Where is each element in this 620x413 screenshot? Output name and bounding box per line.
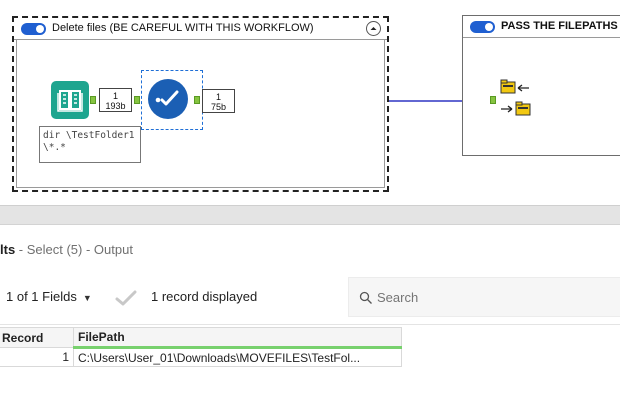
move-files-icon[interactable] [495, 78, 543, 120]
input-anchor[interactable] [134, 96, 140, 104]
fields-dropdown-label: 1 of 1 Fields [6, 289, 77, 304]
container-header[interactable]: Delete files (BE CAREFUL WITH THIS WORKF… [14, 18, 387, 40]
checkmark-icon[interactable] [115, 290, 137, 306]
tool-annotation: dir \TestFolder1 \*.* [39, 126, 141, 163]
results-toolbar: 1 of 1 Fields ▼ 1 record displayed [0, 273, 620, 325]
search-icon [359, 291, 372, 304]
container-toggle[interactable] [470, 21, 495, 33]
column-header-filepath[interactable]: FilePath [73, 327, 402, 349]
output-anchor[interactable] [90, 96, 96, 104]
fields-dropdown[interactable]: 1 of 1 Fields ▼ [6, 289, 92, 304]
table-header-row: Record FilePath [0, 327, 402, 349]
workflow-canvas[interactable]: Delete files (BE CAREFUL WITH THIS WORKF… [0, 0, 620, 205]
container-title: PASS THE FILEPATHS TO BE DELETED [501, 20, 620, 32]
annotation-line: dir \TestFolder1 [43, 130, 135, 141]
container-header[interactable]: PASS THE FILEPATHS TO BE DELETED [463, 16, 620, 38]
record-count-value: 1 [215, 92, 221, 102]
container-toggle[interactable] [21, 23, 46, 35]
size-value: 75b [210, 102, 227, 112]
container-title: Delete files (BE CAREFUL WITH THIS WORKF… [52, 22, 314, 34]
book-icon[interactable] [51, 81, 89, 119]
record-count-box: 1 75b [202, 89, 235, 113]
search-box[interactable] [348, 277, 620, 317]
cell-record[interactable]: 1 [0, 347, 74, 367]
record-count-label: 1 record displayed [151, 289, 258, 304]
results-table: Record FilePath 1 C:\Users\User_01\Downl… [0, 327, 402, 367]
column-header-record[interactable]: Record [0, 327, 74, 348]
panel-splitter[interactable] [0, 205, 620, 225]
chevron-down-icon: ▼ [82, 293, 92, 303]
results-title-source: - Select (5) - Output [15, 242, 133, 257]
size-value: 193b [105, 101, 126, 111]
record-count-value: 1 [112, 91, 118, 101]
annotation-line: \*.* [43, 142, 66, 153]
search-input[interactable] [377, 290, 577, 305]
cell-filepath[interactable]: C:\Users\User_01\Downloads\MOVEFILES\Tes… [73, 347, 402, 367]
results-panel: lts - Select (5) - Output 1 of 1 Fields ▼… [0, 225, 620, 413]
output-anchor[interactable] [194, 96, 200, 104]
results-title-label: lts [0, 242, 16, 257]
chevron-up-icon[interactable] [366, 21, 381, 36]
table-row[interactable]: 1 C:\Users\User_01\Downloads\MOVEFILES\T… [0, 347, 402, 367]
record-count-box: 1 193b [99, 88, 132, 112]
checkmark-icon[interactable] [148, 79, 188, 119]
results-title: lts - Select (5) - Output [0, 242, 133, 257]
